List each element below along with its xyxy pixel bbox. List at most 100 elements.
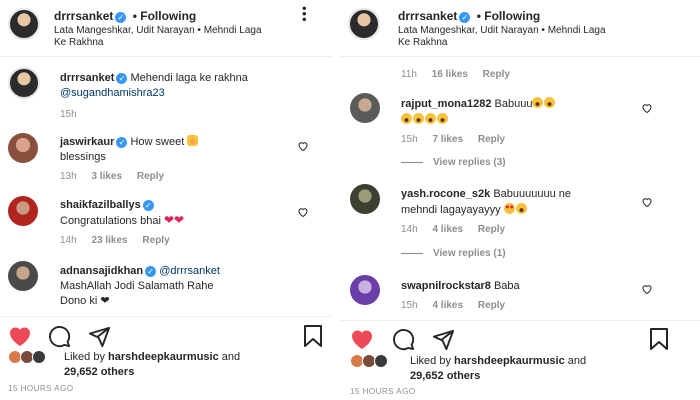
commenter-avatar[interactable] [8, 196, 38, 226]
comment-text-line2: blessings [60, 151, 106, 163]
liked-by-count[interactable]: 29,652 others [64, 366, 134, 378]
laughing-emoji-icon [544, 97, 556, 108]
liked-by-user[interactable]: harshdeepkaurmusic [454, 355, 565, 367]
panel-divider [333, 0, 340, 400]
commenter-avatar[interactable] [350, 275, 380, 305]
actions-divider [340, 320, 700, 321]
comment-likes[interactable]: 16 likes [432, 69, 468, 80]
view-replies-button[interactable]: View replies (1) [401, 248, 506, 259]
left-post-panel: drrrsanket ✓ • Following Lata Mangeshkar,… [0, 0, 333, 400]
small-heart-icon[interactable] [641, 102, 653, 114]
comment-time[interactable]: 15h [401, 134, 418, 145]
commenter-avatar[interactable] [8, 261, 38, 291]
small-heart-icon[interactable] [641, 196, 653, 208]
view-replies-button[interactable]: View replies (3) [401, 157, 506, 168]
comment-text: Babuuu [494, 98, 533, 110]
comment-icon[interactable] [392, 328, 415, 351]
comment-mention[interactable]: @drrrsanket [159, 265, 220, 277]
post-header: drrrsanket ✓ • Following [398, 9, 540, 23]
liker-avatars[interactable] [350, 354, 404, 372]
liked-by-prefix: Liked by [64, 351, 105, 363]
comment-meta: 15h 7 likes Reply [401, 134, 505, 145]
caption-username[interactable]: drrrsanket [60, 72, 114, 84]
comment: adnansajidkhan ✓ @drrrsanket MashAllah Jo… [60, 264, 300, 309]
verified-icon: ✓ [116, 73, 128, 84]
following-status[interactable]: • Following [477, 9, 541, 23]
comment-username[interactable]: yash.rocone_s2k [401, 188, 490, 200]
comment-likes[interactable]: 3 likes [91, 171, 122, 182]
laughing-emoji-icon [401, 113, 412, 124]
comment-meta: 14h 4 likes Reply [401, 224, 505, 235]
heart-filled-icon[interactable] [8, 325, 32, 347]
more-icon[interactable]: ••• [297, 6, 312, 23]
small-heart-icon[interactable] [641, 283, 653, 295]
reply-button[interactable]: Reply [142, 235, 169, 246]
author-username[interactable]: drrrsanket [398, 9, 457, 23]
comment-time[interactable]: 14h [60, 235, 77, 246]
comment-text: Babuuuuuuu ne [493, 188, 572, 200]
comment-icon[interactable] [48, 325, 71, 348]
bookmark-icon[interactable] [302, 324, 324, 348]
view-replies-label: View replies (3) [433, 157, 506, 168]
comment-time[interactable]: 13h [60, 171, 77, 182]
post-timestamp[interactable]: 15 HOURS AGO [8, 384, 74, 393]
comment-meta: 15h 4 likes Reply [401, 300, 505, 311]
caption-mention[interactable]: @sugandhamishra23 [60, 87, 165, 99]
comment-time[interactable]: 11h [401, 69, 417, 80]
reply-button[interactable]: Reply [478, 134, 505, 145]
reply-button[interactable]: Reply [478, 300, 505, 311]
small-heart-icon[interactable] [297, 140, 309, 152]
author-username[interactable]: drrrsanket [54, 9, 113, 23]
laughing-emoji-icon [437, 113, 448, 124]
liked-by-count[interactable]: 29,652 others [410, 370, 480, 382]
liked-by-user[interactable]: harshdeepkaurmusic [108, 351, 219, 363]
audio-info[interactable]: Lata Mangeshkar, Udit Narayan • Mehndi L… [54, 25, 314, 49]
reply-button[interactable]: Reply [478, 224, 505, 235]
comment-username[interactable]: jaswirkaur [60, 136, 114, 148]
liker-avatars[interactable] [8, 350, 62, 368]
comment-text-line2: Dono ki ❤ [60, 295, 110, 307]
comment-username[interactable]: swapnilrockstar8 [401, 280, 491, 292]
comment: yash.rocone_s2k Babuuuuuuu ne mehndi lag… [401, 186, 651, 218]
post-timestamp[interactable]: 15 HOURS AGO [350, 387, 416, 396]
liked-by-and: and [567, 355, 587, 367]
laughing-emoji-icon [413, 113, 424, 124]
comment-username[interactable]: adnansajidkhan [60, 265, 143, 277]
audio-artists: Lata Mangeshkar, Udit Narayan • Mehndi L… [54, 25, 262, 36]
comment-likes[interactable]: 23 likes [91, 235, 127, 246]
comment-likes[interactable]: 4 likes [432, 224, 463, 235]
verified-icon: ✓ [459, 12, 471, 23]
commenter-avatar[interactable] [350, 93, 380, 123]
caption-time[interactable]: 15h [60, 109, 77, 120]
caption-avatar[interactable] [8, 67, 40, 99]
comment-username[interactable]: shaikfazilballys [60, 199, 141, 211]
comment-meta: 14h 23 likes Reply [60, 235, 170, 246]
reply-button[interactable]: Reply [137, 171, 164, 182]
bookmark-icon[interactable] [648, 327, 670, 351]
liked-by-prefix: Liked by [410, 355, 451, 367]
share-icon[interactable] [88, 325, 111, 348]
comment-likes[interactable]: 4 likes [432, 300, 463, 311]
comment: shaikfazilballys ✓ Congratulations bhai ❤… [60, 198, 290, 229]
author-avatar[interactable] [8, 8, 40, 40]
commenter-avatar[interactable] [350, 184, 380, 214]
reply-button[interactable]: Reply [483, 69, 510, 80]
heart-filled-icon[interactable] [350, 328, 374, 350]
laughing-emoji-icon [532, 97, 544, 108]
commenter-avatar[interactable] [8, 133, 38, 163]
audio-info[interactable]: Lata Mangeshkar, Udit Narayan • Mehndi L… [398, 25, 688, 49]
post-header: drrrsanket ✓ • Following [54, 9, 196, 23]
following-status[interactable]: • Following [133, 9, 197, 23]
red-heart-emoji-icon: ❤❤ [163, 213, 185, 227]
audio-title: Ke Rakhna [54, 37, 104, 48]
comment-likes[interactable]: 7 likes [432, 134, 463, 145]
share-icon[interactable] [432, 328, 455, 351]
comment-username[interactable]: rajput_mona1282 [401, 98, 491, 110]
comment-time[interactable]: 15h [401, 300, 418, 311]
view-replies-label: View replies (1) [433, 248, 506, 259]
comment-time[interactable]: 14h [401, 224, 418, 235]
author-avatar[interactable] [348, 8, 380, 40]
small-heart-icon[interactable] [297, 206, 309, 218]
liked-by: Liked by harshdeepkaurmusic and 29,652 o… [410, 354, 690, 384]
laughing-emoji-icon [425, 113, 436, 124]
